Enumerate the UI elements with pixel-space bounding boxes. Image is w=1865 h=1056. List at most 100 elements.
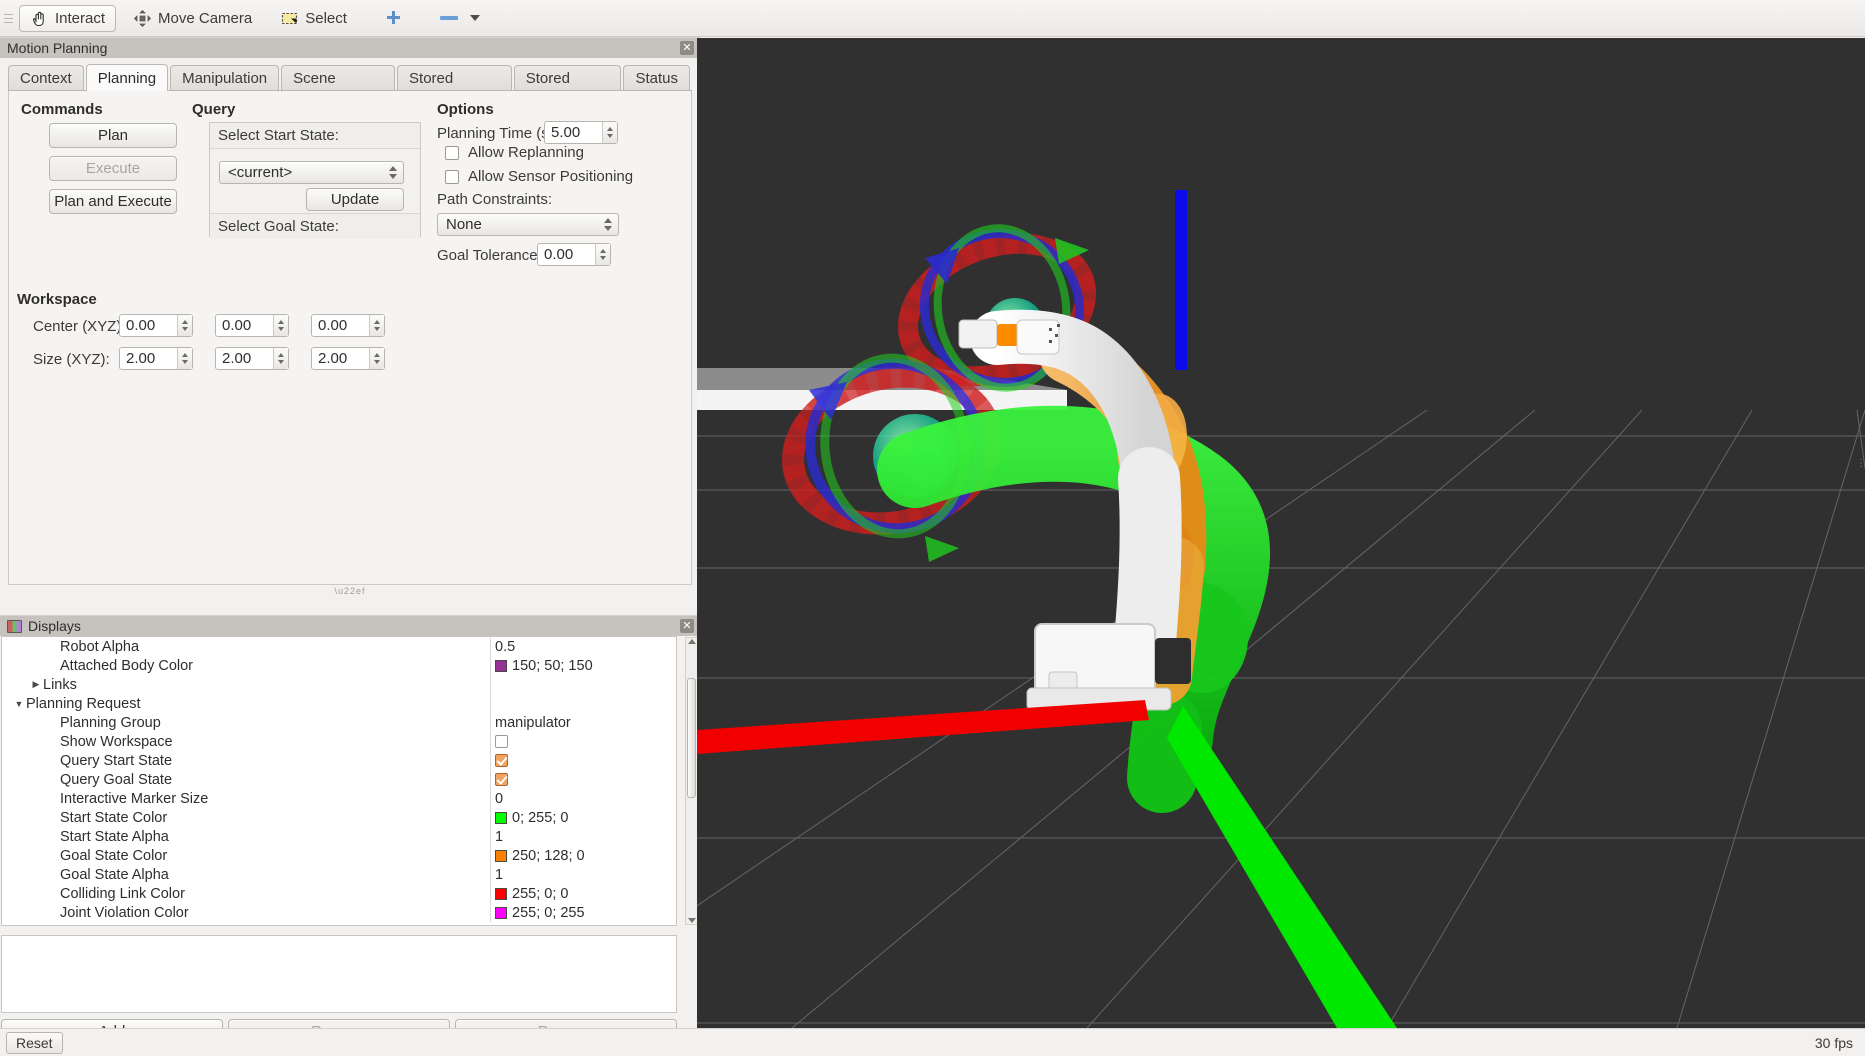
color-swatch-icon[interactable] — [495, 907, 507, 919]
tab-stored-states[interactable]: Stored States — [514, 65, 622, 90]
tree-row[interactable]: Interactive Marker Size 0 — [2, 789, 676, 808]
spinner-arrows-icon[interactable] — [177, 348, 192, 369]
color-swatch-icon[interactable] — [495, 812, 507, 824]
color-swatch-icon[interactable] — [495, 660, 507, 672]
left-splitter-handle[interactable]: ⋮ — [697, 448, 699, 478]
tree-row-value-cell[interactable]: 150; 50; 150 — [491, 658, 676, 674]
close-icon[interactable]: ✕ — [680, 619, 694, 633]
tree-row-checkbox-checked[interactable] — [495, 773, 508, 786]
tree-row-checkbox-unchecked[interactable] — [495, 735, 508, 748]
tree-row-value-cell[interactable] — [491, 754, 676, 767]
color-swatch-icon[interactable] — [495, 850, 507, 862]
panel-splitter-grip[interactable]: \u22ef — [334, 586, 365, 596]
workspace-size-y-value: 2.00 — [222, 350, 251, 367]
tree-row-label-cell: Planning Group — [2, 713, 491, 732]
allow-replanning-checkbox[interactable] — [445, 146, 459, 160]
tree-row[interactable]: Start State Color0; 255; 0 — [2, 808, 676, 827]
scrollbar-thumb[interactable] — [687, 678, 696, 798]
tab-context[interactable]: Context — [8, 65, 84, 90]
tree-row[interactable]: Show Workspace — [2, 732, 676, 751]
tree-row[interactable]: Robot Alpha0.5 — [2, 637, 676, 656]
spinner-arrows-icon[interactable] — [177, 315, 192, 336]
motion-planning-panel: Motion Planning ✕ Context Planning Manip… — [0, 37, 700, 615]
workspace-center-x-input[interactable]: 0.00 — [119, 314, 193, 337]
tree-row[interactable]: ▶Links — [2, 675, 676, 694]
tree-row-value-cell[interactable] — [491, 773, 676, 786]
tree-row[interactable]: Planning Groupmanipulator — [2, 713, 676, 732]
status-bar: Reset 30 fps — [0, 1028, 1865, 1056]
spinner-arrows-icon[interactable] — [602, 122, 617, 143]
select-rectangle-icon — [280, 9, 299, 28]
allow-replanning-row[interactable]: Allow Replanning — [445, 144, 584, 161]
allow-sensor-positioning-row[interactable]: Allow Sensor Positioning — [445, 168, 633, 185]
close-icon[interactable]: ✕ — [680, 41, 694, 55]
workspace-size-x-input[interactable]: 2.00 — [119, 347, 193, 370]
tool-select-button[interactable]: Select — [269, 5, 358, 32]
tab-status[interactable]: Status — [623, 65, 690, 90]
reset-button[interactable]: Reset — [6, 1032, 63, 1054]
color-swatch-icon[interactable] — [495, 888, 507, 900]
allow-sensor-positioning-label: Allow Sensor Positioning — [468, 168, 633, 185]
tree-row-value-cell[interactable] — [491, 735, 676, 748]
tab-manipulation[interactable]: Manipulation — [170, 65, 279, 90]
execute-button[interactable]: Execute — [49, 156, 177, 181]
spinner-arrows-icon[interactable] — [273, 315, 288, 336]
scroll-down-icon[interactable] — [688, 918, 696, 923]
displays-tree[interactable]: Robot Alpha0.5Attached Body Color150; 50… — [1, 636, 677, 926]
motion-planning-title: Motion Planning — [7, 40, 107, 56]
tree-row[interactable]: Query Goal State — [2, 770, 676, 789]
scene-render — [697, 38, 1865, 1028]
3d-render-viewport[interactable]: ⋮ ⋮ — [697, 38, 1865, 1028]
chevron-down-icon[interactable] — [470, 15, 480, 21]
tree-row-checkbox-checked[interactable] — [495, 754, 508, 767]
tree-row[interactable]: Joint Violation Color255; 0; 255 — [2, 903, 676, 922]
right-splitter-handle[interactable]: ⋮ — [1857, 448, 1865, 478]
tree-row-value-cell[interactable]: 1 — [491, 829, 676, 845]
path-constraints-combo[interactable]: None — [437, 213, 619, 236]
tree-row[interactable]: Goal State Color250; 128; 0 — [2, 846, 676, 865]
tree-row-value-cell[interactable]: 250; 128; 0 — [491, 848, 676, 864]
tool-interact-button[interactable]: Interact — [19, 5, 116, 32]
workspace-center-z-input[interactable]: 0.00 — [311, 314, 385, 337]
start-state-combo[interactable]: <current> — [219, 161, 404, 184]
plan-and-execute-button[interactable]: Plan and Execute — [49, 189, 177, 214]
workspace-size-y-input[interactable]: 2.00 — [215, 347, 289, 370]
twisty-collapsed-icon[interactable]: ▶ — [29, 679, 43, 690]
spinner-arrows-icon[interactable] — [369, 348, 384, 369]
tool-focus-camera-button[interactable] — [373, 5, 414, 32]
tree-row-label: Interactive Marker Size — [60, 791, 208, 807]
scroll-up-icon[interactable] — [688, 639, 696, 644]
goal-tolerance-input[interactable]: 0.00 — [537, 243, 611, 266]
tree-row-value-cell[interactable]: 255; 0; 0 — [491, 886, 676, 902]
goal-tolerance-spinner-icon[interactable] — [595, 244, 610, 265]
update-button-label: Update — [331, 191, 379, 208]
tree-row[interactable]: ▼Planning Request — [2, 694, 676, 713]
spinner-arrows-icon[interactable] — [369, 315, 384, 336]
twisty-expanded-icon[interactable]: ▼ — [12, 699, 26, 709]
allow-sensor-positioning-checkbox[interactable] — [445, 170, 459, 184]
tree-row[interactable]: Goal State Alpha1 — [2, 865, 676, 884]
tree-row-value-cell[interactable]: manipulator — [491, 715, 676, 731]
tool-move-camera-button[interactable]: Move Camera — [122, 5, 263, 32]
toolbar-drag-handle[interactable] — [4, 7, 13, 29]
tree-row[interactable]: Attached Body Color150; 50; 150 — [2, 656, 676, 675]
spinner-arrows-icon[interactable] — [273, 348, 288, 369]
tab-scene-objects[interactable]: Scene Objects — [281, 65, 395, 90]
plan-button[interactable]: Plan — [49, 123, 177, 148]
tool-measure-button[interactable] — [429, 5, 491, 32]
tree-row-value-cell[interactable]: 255; 0; 255 — [491, 905, 676, 921]
tree-row-value-cell[interactable]: 0 — [491, 791, 676, 807]
workspace-size-z-input[interactable]: 2.00 — [311, 347, 385, 370]
tree-row-value-cell[interactable]: 0.5 — [491, 639, 676, 655]
commands-heading: Commands — [21, 101, 103, 118]
planning-time-input[interactable]: 5.00 — [544, 121, 618, 144]
tab-stored-scenes[interactable]: Stored Scenes — [397, 65, 512, 90]
tab-planning[interactable]: Planning — [86, 64, 168, 91]
tree-row[interactable]: Query Start State — [2, 751, 676, 770]
tree-row[interactable]: Colliding Link Color255; 0; 0 — [2, 884, 676, 903]
tree-row[interactable]: Start State Alpha1 — [2, 827, 676, 846]
tree-row-value-cell[interactable]: 0; 255; 0 — [491, 810, 676, 826]
tree-row-value-cell[interactable]: 1 — [491, 867, 676, 883]
workspace-center-y-input[interactable]: 0.00 — [215, 314, 289, 337]
update-button[interactable]: Update — [306, 188, 404, 211]
